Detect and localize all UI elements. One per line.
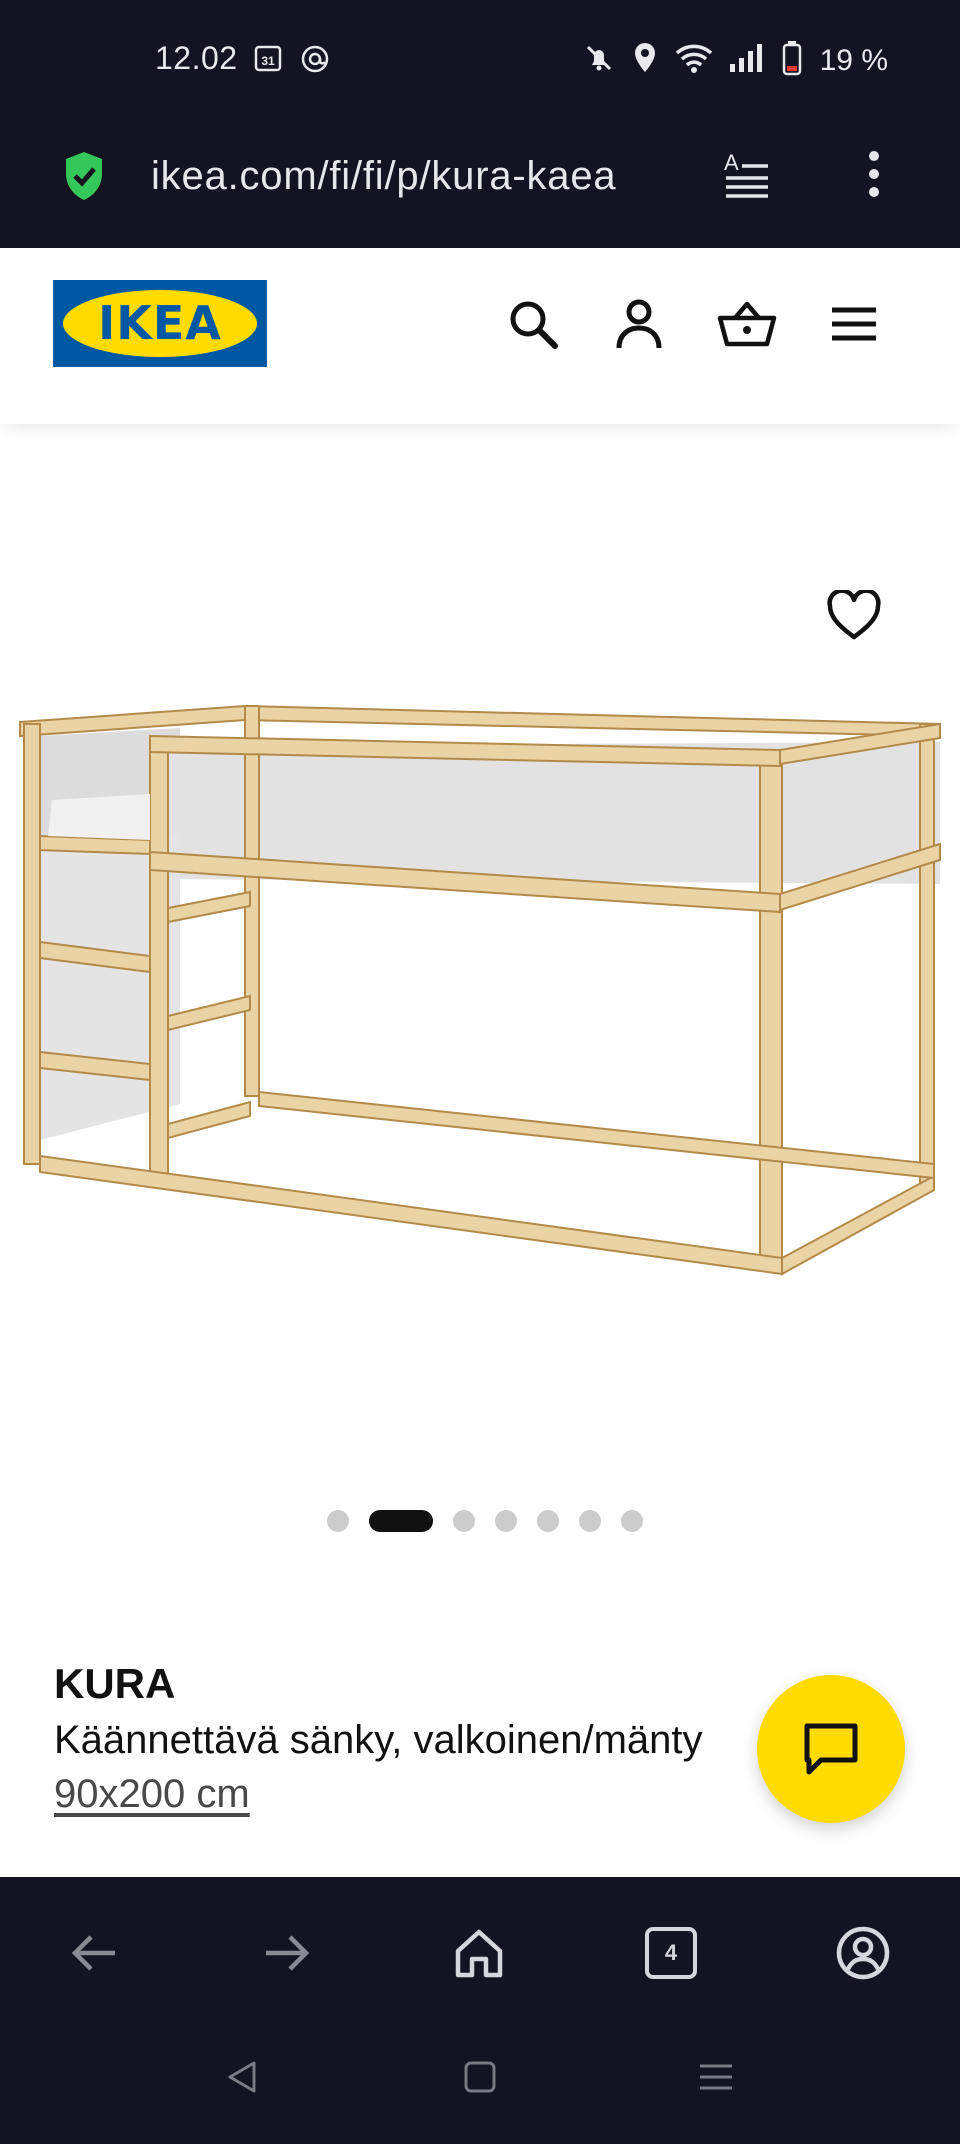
product-name: KURA [54, 1660, 176, 1707]
system-home-icon[interactable] [460, 2057, 500, 2102]
calendar-badge-text: 31 [261, 54, 275, 68]
bunk-bed-illustration [19, 704, 941, 1276]
carousel-dot[interactable] [327, 1510, 349, 1532]
carousel-dot[interactable] [537, 1510, 559, 1532]
back-arrow-icon[interactable] [58, 1917, 130, 1989]
site-header: IKEA [0, 248, 960, 424]
carousel-dot[interactable] [495, 1510, 517, 1532]
browser-url-bar: ikea.com/fi/fi/p/kura-kaea A [0, 120, 960, 248]
favorite-heart-icon[interactable] [826, 588, 882, 647]
status-time: 12.02 [155, 40, 238, 76]
product-description: Käännettävä sänky, valkoinen/mänty [54, 1718, 703, 1762]
url-fade [620, 146, 690, 206]
tabs-count-button[interactable]: 4 [645, 1927, 697, 1979]
battery-percent: 19 % [819, 43, 888, 77]
secure-shield-icon[interactable] [62, 150, 106, 207]
url-text[interactable]: ikea.com/fi/fi/p/kura-kaea [151, 146, 681, 206]
browser-bottom-nav [0, 1877, 960, 2027]
svg-text:A: A [724, 150, 739, 175]
search-icon[interactable] [505, 296, 561, 352]
forward-arrow-icon[interactable] [251, 1917, 323, 1989]
status-bar: 12.02 31 19 % [0, 0, 960, 120]
wifi-icon [674, 41, 714, 80]
status-system-icons: 19 % [582, 40, 888, 81]
system-recents-icon[interactable] [696, 2057, 736, 2102]
location-icon [630, 41, 660, 80]
basket-icon[interactable] [717, 296, 777, 352]
home-icon[interactable] [443, 1917, 515, 1989]
chat-button[interactable] [757, 1675, 905, 1823]
profile-icon[interactable] [827, 1917, 899, 1989]
logo-text: IKEA [98, 296, 222, 350]
mute-icon [582, 41, 616, 80]
threads-icon [300, 44, 330, 79]
product-image[interactable] [0, 424, 960, 1464]
carousel-dots [0, 1510, 960, 1532]
battery-icon [782, 40, 802, 81]
system-back-icon[interactable] [222, 2057, 262, 2102]
system-navigation-bar [0, 2027, 960, 2144]
reader-mode-icon[interactable]: A [722, 148, 772, 205]
product-size-link[interactable]: 90x200 cm [54, 1772, 250, 1817]
calendar-icon: 31 [254, 44, 282, 79]
carousel-dot[interactable] [579, 1510, 601, 1532]
account-icon[interactable] [611, 296, 667, 352]
carousel-dot[interactable] [621, 1510, 643, 1532]
signal-icon [728, 42, 768, 79]
carousel-dot-active[interactable] [369, 1510, 433, 1532]
carousel-dot[interactable] [453, 1510, 475, 1532]
status-notification-icons: 31 [254, 44, 330, 79]
more-options-icon[interactable] [860, 148, 888, 205]
chat-icon [804, 1723, 858, 1775]
menu-icon[interactable] [826, 296, 882, 352]
ikea-logo[interactable]: IKEA [53, 280, 267, 367]
